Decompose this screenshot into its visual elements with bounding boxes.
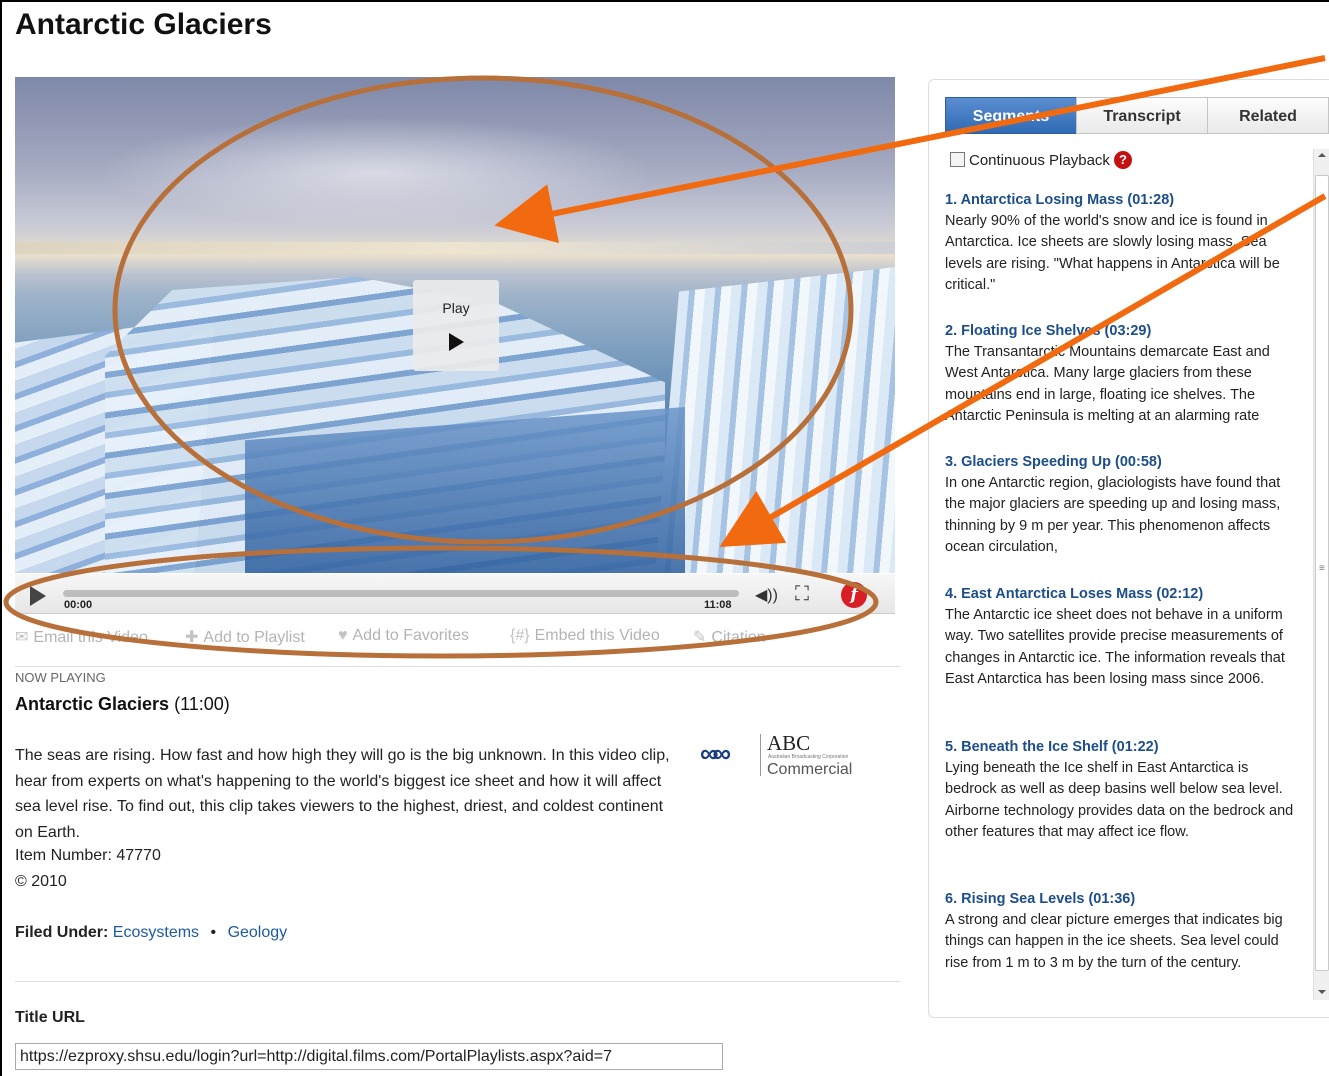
tab-transcript[interactable]: Transcript [1076,97,1208,134]
segment-item[interactable]: 1. Antarctica Losing Mass (01:28) Nearly… [945,190,1300,296]
category-link-geology[interactable]: Geology [228,924,288,941]
video-cloud [95,117,655,227]
add-to-favorites-link[interactable]: ♥ Add to Favorites [338,627,469,645]
publisher-name: ABC [767,731,811,755]
play-label: Play [442,300,470,316]
segment-title[interactable]: 3. Glaciers Speeding Up (00:58) [945,452,1300,473]
publisher-subtitle: Australian Broadcasting Corporation [768,754,849,760]
continuous-playback-checkbox[interactable] [950,152,965,167]
scroll-grip-icon: ≡ [1319,563,1325,574]
segment-item[interactable]: 3. Glaciers Speeding Up (00:58) In one A… [945,452,1300,558]
segment-description: In one Antarctic region, glaciologists h… [945,475,1281,555]
segment-title[interactable]: 4. East Antarctica Loses Mass (02:12) [945,584,1300,605]
total-time: 11:08 [704,599,732,611]
films-logo-icon[interactable]: f [841,582,867,608]
tab-segments[interactable]: Segments [945,97,1077,134]
play-overlay-button[interactable]: Play [413,280,499,371]
segment-title[interactable]: 1. Antarctica Losing Mass (01:28) [945,190,1300,211]
segment-title[interactable]: 2. Floating Ice Shelves (03:29) [945,321,1300,342]
video-ice-right [655,267,895,573]
title-url-label: Title URL [15,1009,85,1026]
video-horizon [15,242,895,254]
continuous-playback-label: Continuous Playback [969,152,1110,169]
segment-description: Nearly 90% of the world's snow and ice i… [945,213,1280,293]
heart-icon: ♥ [338,627,348,644]
segment-item[interactable]: 5. Beneath the Ice Shelf (01:22) Lying b… [945,737,1300,843]
segment-item[interactable]: 2. Floating Ice Shelves (03:29) The Tran… [945,321,1300,427]
segment-description: The Antarctic ice sheet does not behave … [945,607,1285,687]
page-title: Antarctic Glaciers [15,8,272,41]
segment-item[interactable]: 4. East Antarctica Loses Mass (02:12) Th… [945,584,1300,690]
category-link-ecosystems[interactable]: Ecosystems [113,924,199,941]
volume-icon[interactable]: ◀)) [755,585,778,605]
continuous-playback: Continuous Playback? [950,151,1132,169]
email-video-link[interactable]: ✉ Email this Video [15,627,148,647]
divider-bottom [15,981,900,982]
add-to-playlist-link[interactable]: ✚ Add to Playlist [185,627,305,647]
scroll-thumb[interactable]: ≡ [1315,175,1329,971]
video-actions: ✉ Email this Video ✚ Add to Playlist ♥ Add … [15,627,895,649]
title-url-field[interactable] [15,1043,723,1070]
copyright: © 2010 [15,873,67,890]
now-playing-name: Antarctic Glaciers [15,694,170,714]
current-time: 00:00 [64,599,93,611]
embed-video-label: Embed this Video [534,627,660,644]
scroll-down-icon[interactable] [1318,990,1326,994]
now-playing-title: Antarctic Glaciers (11:00) [15,694,230,715]
citation-icon: ✎ [693,629,707,646]
player-control-bar: 00:00 11:08 ◀)) ⛶ f [15,574,895,614]
publisher-division: Commercial [767,761,853,778]
email-icon: ✉ [15,629,29,646]
abc-commercial-logo: ∞∞ ABC Australian Broadcasting Corporati… [700,731,880,778]
item-number: Item Number: 47770 [15,847,161,864]
logo-separator [760,734,761,776]
now-playing-label: NOW PLAYING [15,670,106,685]
segment-description: The Transantarctic Mountains demarcate E… [945,344,1270,424]
segment-description: Lying beneath the Ice shelf in East Anta… [945,760,1294,840]
citation-link[interactable]: ✎ Citation [693,627,766,647]
progress-track[interactable] [63,590,739,597]
segment-item[interactable]: 6. Rising Sea Levels (01:36) A strong an… [945,889,1300,974]
filed-under: Filed Under: Ecosystems • Geology [15,924,287,942]
segment-title[interactable]: 6. Rising Sea Levels (01:36) [945,889,1300,910]
control-play-icon[interactable] [30,586,46,606]
tab-related[interactable]: Related [1207,97,1329,134]
category-separator: • [210,924,217,941]
add-to-favorites-label: Add to Favorites [352,627,470,644]
video-player[interactable]: Play [15,77,895,573]
scroll-up-icon[interactable] [1318,153,1326,157]
add-to-playlist-label: Add to Playlist [203,629,305,646]
segment-title[interactable]: 5. Beneath the Ice Shelf (01:22) [945,737,1300,758]
help-icon[interactable]: ? [1113,151,1132,169]
filed-under-label: Filed Under: [15,924,109,941]
fullscreen-icon[interactable]: ⛶ [795,583,809,606]
embed-icon: {#} [510,627,530,644]
segment-description: A strong and clear picture emerges that … [945,912,1283,971]
email-video-label: Email this Video [33,629,148,646]
abc-wave-icon: ∞∞ [700,738,731,768]
divider-top [15,666,900,667]
play-icon [448,333,464,351]
video-description: The seas are rising. How fast and how hi… [15,747,670,841]
embed-video-link[interactable]: {#} Embed this Video [510,627,660,645]
segments-scrollbar[interactable]: ≡ [1313,149,1329,1000]
plus-icon: ✚ [185,629,199,646]
now-playing-duration: (11:00) [174,694,230,714]
citation-label: Citation [711,629,766,646]
